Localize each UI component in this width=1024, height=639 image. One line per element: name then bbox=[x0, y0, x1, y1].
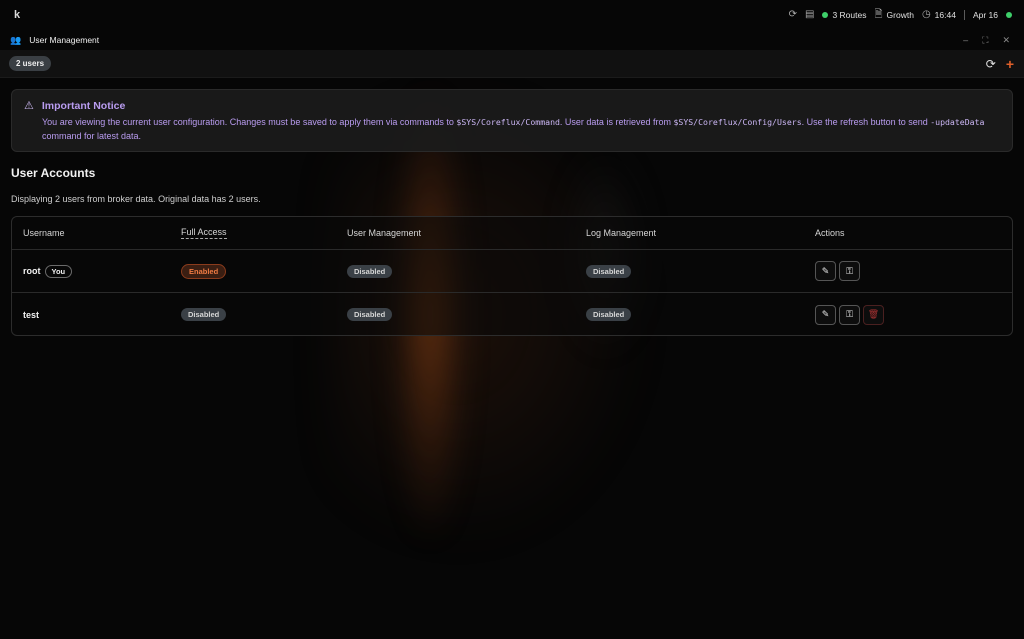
section-title: User Accounts bbox=[11, 166, 96, 180]
system-topbar: k ⟳ ▤ 3 Routes 🗎 Growth ◷ 16:44 Apr 16 bbox=[0, 0, 1024, 30]
change-password-button[interactable]: ⚿ bbox=[839, 261, 860, 281]
status-badge: Disabled bbox=[347, 264, 393, 278]
plan-label: Growth bbox=[886, 10, 914, 20]
column-header-full-access[interactable]: Full Access bbox=[181, 227, 227, 239]
toolbar: 2 users ⟳ + bbox=[0, 50, 1024, 78]
users-icon: 👥 bbox=[10, 34, 22, 45]
username-cell: root You bbox=[23, 264, 73, 278]
window-titlebar: 👥 User Management – ⛶ ✕ bbox=[0, 30, 1024, 50]
you-badge: You bbox=[44, 264, 73, 278]
connection-status-dot bbox=[1006, 12, 1012, 18]
edit-user-button[interactable]: ✎ bbox=[815, 304, 836, 325]
toolbar-actions: ⟳ + bbox=[986, 57, 1014, 71]
minimize-icon[interactable]: – bbox=[963, 35, 968, 46]
notice-text: . Use the refresh button to send bbox=[801, 117, 931, 127]
notice-text: . User data is retrieved from bbox=[559, 117, 674, 127]
table-row: test Disabled Disabled Disabled ✎ ⚿ 🗑 bbox=[12, 293, 1012, 335]
sync-icon[interactable]: ⟳ bbox=[789, 10, 797, 20]
divider bbox=[963, 10, 965, 20]
clock: ◷ 16:44 bbox=[921, 9, 956, 21]
row-actions: ✎ ⚿ 🗑 bbox=[815, 304, 884, 325]
plan-status[interactable]: 🗎 Growth bbox=[874, 9, 914, 21]
app-logo[interactable]: k bbox=[14, 9, 20, 21]
change-password-button[interactable]: ⚿ bbox=[839, 304, 860, 325]
window-controls: – ⛶ ✕ bbox=[963, 35, 1010, 46]
edit-icon: ✎ bbox=[821, 309, 830, 319]
routes-status[interactable]: 3 Routes bbox=[822, 10, 866, 20]
document-icon: 🗎 bbox=[874, 9, 883, 20]
edit-user-button[interactable]: ✎ bbox=[815, 261, 836, 281]
window-title-area: 👥 User Management bbox=[10, 35, 99, 46]
notice-code: $SYS/Coreflux/Command bbox=[456, 117, 560, 127]
window-title: User Management bbox=[29, 35, 100, 45]
table-header-row: Username Full Access User Management Log… bbox=[12, 217, 1012, 250]
delete-user-button[interactable]: 🗑 bbox=[863, 304, 884, 325]
refresh-button[interactable]: ⟳ bbox=[986, 57, 996, 71]
close-icon[interactable]: ✕ bbox=[1002, 35, 1010, 46]
status-dot bbox=[822, 12, 829, 18]
status-badge: Disabled bbox=[181, 308, 227, 321]
log-management-cell: Disabled bbox=[586, 264, 632, 278]
table-row: root You Enabled Disabled Disabled ✎ ⚿ bbox=[12, 250, 1012, 293]
notice-header: ⚠ Important Notice bbox=[24, 99, 1000, 113]
key-icon: ⚿ bbox=[846, 265, 853, 276]
notice-body: You are viewing the current user configu… bbox=[42, 115, 1002, 143]
maximize-icon[interactable]: ⛶ bbox=[982, 35, 988, 46]
full-access-cell: Disabled bbox=[181, 308, 227, 321]
log-management-cell: Disabled bbox=[586, 308, 632, 321]
row-actions: ✎ ⚿ bbox=[815, 261, 860, 281]
routes-label: 3 Routes bbox=[832, 10, 867, 20]
status-badge: Disabled bbox=[347, 308, 393, 321]
date-label: Apr 16 bbox=[972, 10, 998, 20]
column-header-username[interactable]: Username bbox=[23, 228, 65, 238]
column-header-actions: Actions bbox=[815, 228, 845, 238]
column-header-log-management: Log Management bbox=[586, 228, 657, 238]
column-header-user-management: User Management bbox=[347, 228, 422, 238]
edit-icon: ✎ bbox=[821, 265, 830, 276]
warning-icon: ⚠ bbox=[24, 100, 34, 112]
username-cell: test bbox=[23, 310, 39, 320]
time-label: 16:44 bbox=[934, 10, 956, 20]
notice-code: -updateData bbox=[930, 117, 985, 127]
user-count-badge: 2 users bbox=[9, 56, 52, 71]
status-badge: Enabled bbox=[181, 263, 227, 279]
notice-title: Important Notice bbox=[41, 99, 126, 112]
notice-text: command for latest data. bbox=[42, 131, 142, 141]
notice-text: You are viewing the current user configu… bbox=[42, 117, 457, 127]
username: root bbox=[23, 266, 41, 276]
key-icon: ⚿ bbox=[846, 309, 853, 319]
user-management-cell: Disabled bbox=[347, 308, 393, 321]
topbar-status-area: ⟳ ▤ 3 Routes 🗎 Growth ◷ 16:44 Apr 16 bbox=[789, 10, 1012, 20]
important-notice: ⚠ Important Notice You are viewing the c… bbox=[11, 89, 1013, 152]
layout-icon[interactable]: ▤ bbox=[805, 10, 814, 20]
clock-icon: ◷ bbox=[921, 9, 931, 20]
section-description: Displaying 2 users from broker data. Ori… bbox=[11, 194, 261, 204]
status-badge: Disabled bbox=[586, 264, 632, 278]
status-badge: Disabled bbox=[586, 308, 632, 321]
trash-icon: 🗑 bbox=[867, 309, 880, 319]
add-user-button[interactable]: + bbox=[1006, 57, 1014, 71]
user-accounts-table: Username Full Access User Management Log… bbox=[11, 216, 1013, 336]
user-management-cell: Disabled bbox=[347, 264, 393, 278]
full-access-cell: Enabled bbox=[181, 263, 227, 279]
username: test bbox=[23, 309, 40, 320]
notice-code: $SYS/Coreflux/Config/Users bbox=[673, 117, 802, 127]
